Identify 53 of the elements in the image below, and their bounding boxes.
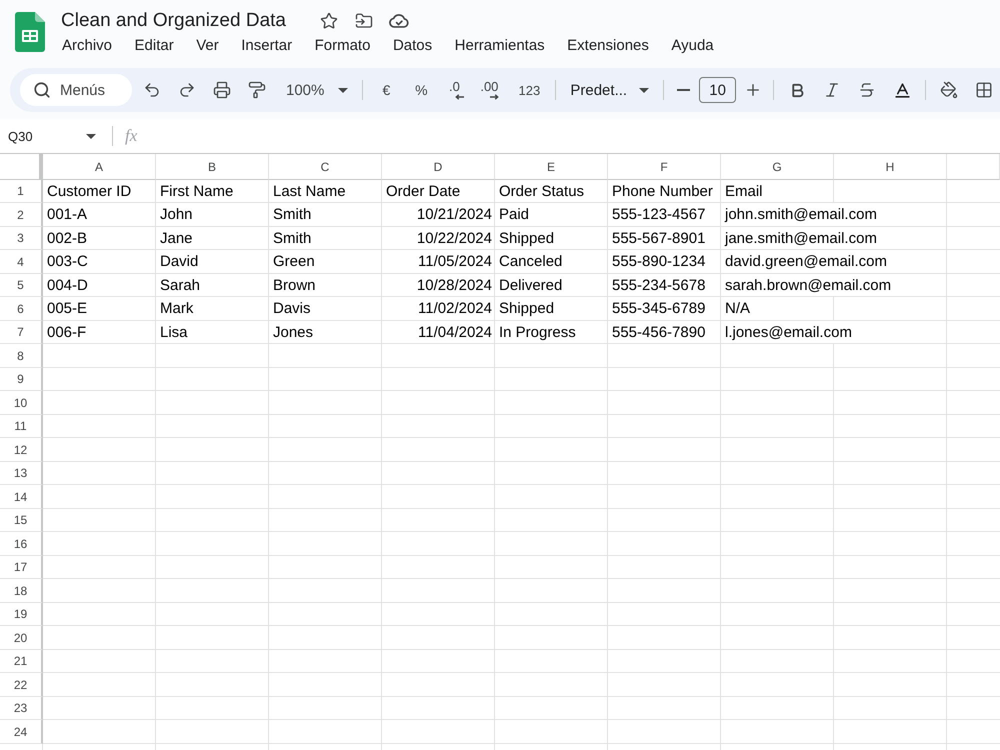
number-format-button[interactable]: 123 xyxy=(511,76,548,104)
paint-bucket-icon xyxy=(940,81,958,99)
paint-roller-icon xyxy=(248,81,266,99)
star-icon xyxy=(320,12,338,30)
currency-button[interactable]: € xyxy=(371,76,402,104)
menu-item[interactable]: Archivo xyxy=(62,35,112,57)
menu-item[interactable]: Herramientas xyxy=(454,35,545,57)
menu-item[interactable]: Formato xyxy=(314,35,370,57)
document-title: Clean and Organized Data xyxy=(61,9,286,33)
column-header[interactable]: E xyxy=(495,154,608,180)
folder-arrow-icon xyxy=(354,12,373,30)
column-header[interactable]: H xyxy=(834,154,947,180)
minus-icon xyxy=(676,89,690,91)
cell-reference-field[interactable]: Q30 xyxy=(8,124,86,148)
column-header[interactable]: G xyxy=(721,154,834,180)
cell-value: sarah.brown@email.com xyxy=(725,274,892,296)
grid-icon xyxy=(975,81,994,99)
column-header[interactable]: B xyxy=(156,154,269,180)
search-icon xyxy=(33,81,51,99)
cell-value: jane.smith@email.com xyxy=(725,227,877,249)
menu-item[interactable]: Ver xyxy=(196,35,219,57)
printer-icon xyxy=(213,81,231,99)
search-field[interactable]: Menús xyxy=(20,74,132,106)
arrow-right-icon xyxy=(490,94,499,100)
menu-item[interactable]: Datos xyxy=(392,35,432,57)
cell-value: david.green@email.com xyxy=(725,250,887,273)
cloud-check-icon xyxy=(388,14,409,28)
strikethrough-icon xyxy=(858,81,876,99)
menu-item[interactable]: Insertar xyxy=(241,35,292,57)
column-header[interactable]: F xyxy=(608,154,721,180)
percent-button[interactable]: % xyxy=(406,76,436,104)
zoom-dropdown[interactable]: 100% xyxy=(277,76,354,104)
cell-value: john.smith@email.com xyxy=(725,203,877,226)
decrease-decimals-button[interactable]: .0 xyxy=(441,76,472,104)
menu-item[interactable]: Editar xyxy=(134,35,174,57)
column-header[interactable]: D xyxy=(382,154,495,180)
arrow-left-icon xyxy=(454,94,464,100)
redo-icon xyxy=(178,81,196,99)
caret-icon xyxy=(338,88,348,92)
underlined-a-icon xyxy=(892,80,912,100)
menu-item[interactable]: Extensiones xyxy=(567,35,649,57)
menu-item[interactable]: Ayuda xyxy=(671,35,714,57)
caret-icon xyxy=(639,88,650,92)
spreadsheet-logo xyxy=(15,12,45,52)
column-header[interactable]: A xyxy=(43,154,156,180)
column-header[interactable]: C xyxy=(269,154,382,180)
cell-value: l.jones@email.com xyxy=(725,321,852,343)
font-dropdown[interactable]: Predet... xyxy=(564,76,656,104)
function-label: fx xyxy=(125,126,138,146)
caret-icon xyxy=(86,134,96,138)
font-size-field[interactable]: 10 xyxy=(699,77,736,103)
increase-decimals-button[interactable]: .00 xyxy=(476,76,506,104)
undo-icon xyxy=(143,81,161,99)
